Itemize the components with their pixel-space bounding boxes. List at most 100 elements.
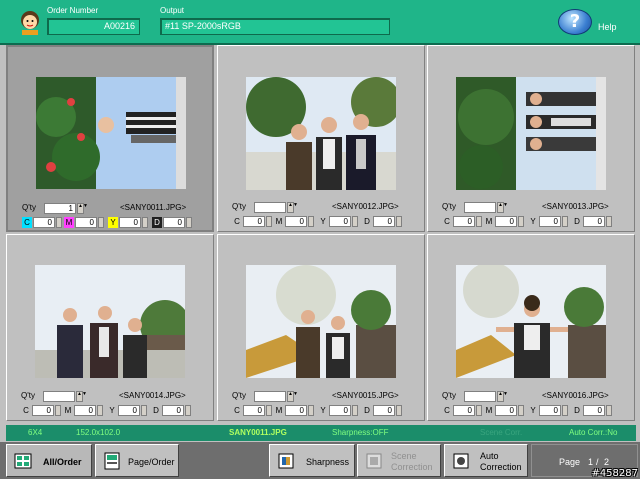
yellow-spinner[interactable]	[562, 405, 568, 416]
magenta-input[interactable]: 0	[74, 405, 96, 416]
density-spinner[interactable]	[606, 216, 612, 227]
density-input[interactable]: 0	[163, 217, 185, 228]
magenta-spinner[interactable]	[518, 216, 524, 227]
magenta-spinner[interactable]	[97, 405, 103, 416]
photo-cell-5[interactable]: Q'ty ▲▼ <SANY0015.JPG> C 0 M 0 Y 0 D 0	[217, 234, 425, 421]
magenta-input[interactable]: 0	[285, 405, 307, 416]
all-order-label: All/Order	[43, 457, 82, 467]
qty-input[interactable]	[254, 202, 286, 213]
magenta-spinner[interactable]	[98, 217, 104, 228]
photo-thumbnail[interactable]	[246, 77, 396, 190]
magenta-spinner[interactable]	[518, 405, 524, 416]
density-label: D	[153, 406, 159, 415]
magenta-label: M	[275, 406, 283, 415]
density-label: D	[364, 217, 370, 226]
qty-input[interactable]	[254, 391, 286, 402]
sharpness-button[interactable]: Sharpness	[269, 444, 355, 477]
yellow-spinner[interactable]	[562, 216, 568, 227]
photo-thumbnail[interactable]	[35, 265, 185, 378]
qty-input[interactable]	[464, 391, 496, 402]
help-button[interactable]: ?	[558, 9, 592, 35]
cyan-label: C	[23, 406, 29, 415]
qty-spinner[interactable]: ▲▼	[287, 202, 298, 213]
photo-cell-6[interactable]: Q'ty ▲▼ <SANY0016.JPG> C 0 M 0 Y 0 D 0	[427, 234, 635, 421]
photo-thumbnail[interactable]	[246, 265, 396, 378]
magenta-input[interactable]: 0	[285, 216, 307, 227]
cyan-input[interactable]: 0	[453, 216, 475, 227]
density-input[interactable]: 0	[373, 216, 395, 227]
qty-spinner[interactable]: ▲▼	[497, 391, 508, 402]
cyan-input[interactable]: 0	[33, 217, 55, 228]
qty-input[interactable]	[43, 391, 75, 402]
yellow-input[interactable]: 0	[329, 216, 351, 227]
photo-cell-1[interactable]: Q'ty 1 ▲▼ <SANY0011.JPG> C 0 M 0 Y 0 D 0	[6, 45, 214, 232]
density-label: D	[364, 406, 370, 415]
photo-cell-3[interactable]: Q'ty ▲▼ <SANY0013.JPG> C 0 M 0 Y 0 D 0	[427, 45, 635, 232]
cyan-spinner[interactable]	[266, 405, 272, 416]
header-bar: Order Number A00216 Output #11 SP-2000sR…	[0, 0, 640, 45]
photo-thumbnail[interactable]	[456, 77, 606, 190]
cyan-spinner[interactable]	[476, 405, 482, 416]
scene-correction-button[interactable]: Scene Correction	[357, 444, 441, 477]
yellow-spinner[interactable]	[352, 216, 358, 227]
yellow-spinner[interactable]	[142, 217, 148, 228]
qty-row: Q'ty ▲▼ <SANY0013.JPG>	[442, 202, 627, 214]
density-spinner[interactable]	[606, 405, 612, 416]
cyan-spinner[interactable]	[56, 217, 62, 228]
yellow-input[interactable]: 0	[539, 405, 561, 416]
magenta-input[interactable]: 0	[75, 217, 97, 228]
qty-label: Q'ty	[442, 391, 456, 400]
yellow-spinner[interactable]	[141, 405, 147, 416]
color-adjust-row: C 0 M 0 Y 0 D 0	[232, 405, 417, 417]
watermark: #458287	[591, 468, 638, 479]
qty-spinner[interactable]: ▲▼	[76, 391, 87, 402]
qty-spinner[interactable]: ▲▼	[287, 391, 298, 402]
page-order-button[interactable]: Page/Order	[95, 444, 179, 477]
cyan-label: C	[444, 406, 450, 415]
filename-label: <SANY0011.JPG>	[120, 203, 187, 212]
qty-spinner[interactable]: ▲▼	[497, 202, 508, 213]
cyan-input[interactable]: 0	[243, 405, 265, 416]
yellow-input[interactable]: 0	[119, 217, 141, 228]
filename-label: <SANY0016.JPG>	[542, 391, 609, 400]
qty-row: Q'ty 1 ▲▼ <SANY0011.JPG>	[22, 203, 207, 215]
density-input[interactable]: 0	[583, 405, 605, 416]
photo-thumbnail[interactable]	[36, 77, 186, 189]
cyan-spinner[interactable]	[55, 405, 61, 416]
all-order-button[interactable]: All/Order	[6, 444, 92, 477]
yellow-input[interactable]: 0	[329, 405, 351, 416]
photo-thumbnail[interactable]	[456, 265, 606, 378]
auto-correction-button[interactable]: Auto Correction	[444, 444, 528, 477]
cyan-spinner[interactable]	[266, 216, 272, 227]
cyan-input[interactable]: 0	[243, 216, 265, 227]
density-spinner[interactable]	[186, 217, 192, 228]
output-label: Output	[160, 6, 185, 15]
magenta-spinner[interactable]	[308, 405, 314, 416]
qty-spinner[interactable]: ▲▼	[77, 203, 88, 214]
magenta-input[interactable]: 0	[495, 405, 517, 416]
density-input[interactable]: 0	[373, 405, 395, 416]
magenta-spinner[interactable]	[308, 216, 314, 227]
qty-input[interactable]	[464, 202, 496, 213]
density-spinner[interactable]	[396, 216, 402, 227]
density-input[interactable]: 0	[162, 405, 184, 416]
density-input[interactable]: 0	[583, 216, 605, 227]
qty-input[interactable]: 1	[44, 203, 76, 214]
density-spinner[interactable]	[396, 405, 402, 416]
help-label[interactable]: Help	[598, 22, 617, 32]
photo-cell-2[interactable]: Q'ty ▲▼ <SANY0012.JPG> C 0 M 0 Y 0 D 0	[217, 45, 425, 232]
yellow-input[interactable]: 0	[118, 405, 140, 416]
magenta-input[interactable]: 0	[495, 216, 517, 227]
density-spinner[interactable]	[185, 405, 191, 416]
qty-label: Q'ty	[442, 202, 456, 211]
photo-cell-4[interactable]: Q'ty ▲▼ <SANY0014.JPG> C 0 M 0 Y 0 D 0	[6, 234, 214, 421]
cyan-input[interactable]: 0	[453, 405, 475, 416]
density-label: D	[152, 217, 162, 228]
yellow-input[interactable]: 0	[539, 216, 561, 227]
cyan-label: C	[444, 217, 450, 226]
cyan-input[interactable]: 0	[32, 405, 54, 416]
page-total: 2	[604, 457, 610, 467]
yellow-spinner[interactable]	[352, 405, 358, 416]
yellow-label: Y	[320, 217, 326, 226]
cyan-spinner[interactable]	[476, 216, 482, 227]
